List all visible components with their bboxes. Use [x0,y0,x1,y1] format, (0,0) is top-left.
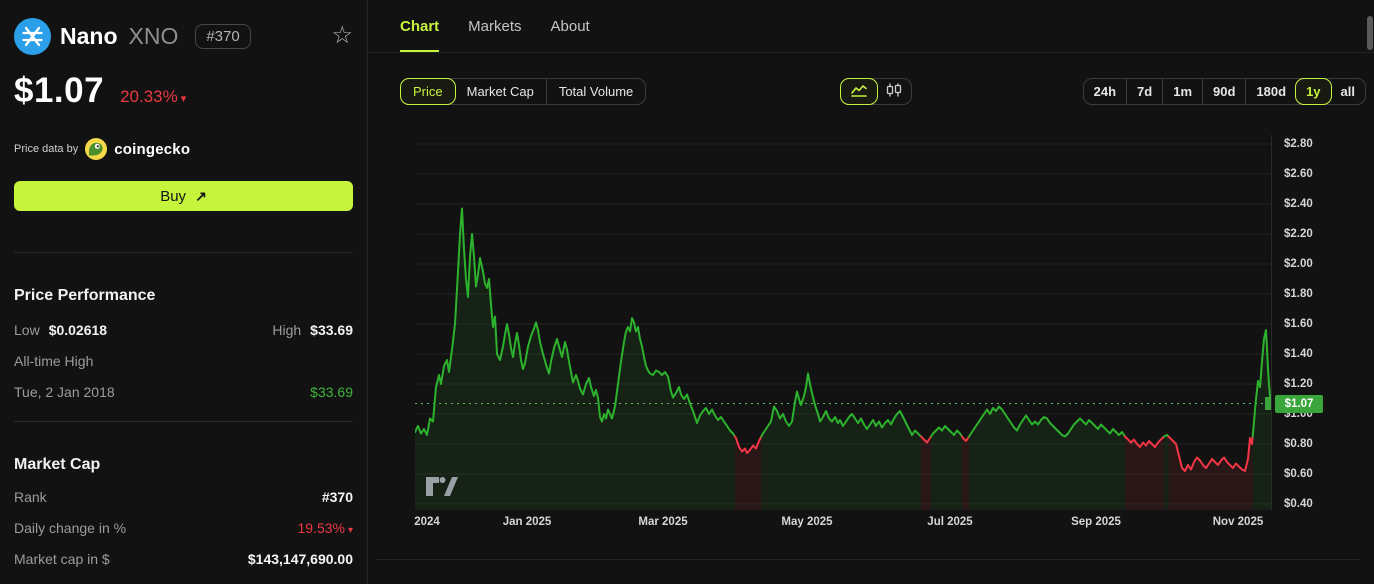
range-button-all[interactable]: all [1331,79,1365,104]
ath-value-row: Tue, 2 Jan 2018 $33.69 [14,384,353,400]
line-chart-icon [850,84,868,100]
nano-logo-icon [14,17,51,55]
scrollbar[interactable] [1367,16,1373,50]
divider [14,252,353,253]
metric-button-total-volume[interactable]: Total Volume [545,79,645,104]
divider [376,559,1360,560]
y-axis-label: $0.60 [1284,468,1313,480]
low-value: $0.02618 [48,322,108,338]
ath-label: All-time High [14,353,94,369]
range-button-1m[interactable]: 1m [1162,79,1202,104]
x-axis-label: Nov 2025 [1212,516,1264,528]
tradingview-logo[interactable] [426,477,458,497]
price-chart[interactable] [415,135,1271,510]
range-button-90d[interactable]: 90d [1202,79,1245,104]
ath-date: Tue, 2 Jan 2018 [14,384,115,400]
daily-change-value: 19.53% ▾ [297,520,353,536]
y-axis-label: $0.80 [1284,438,1313,450]
range-button-1y[interactable]: 1y [1295,78,1332,105]
tab-chart[interactable]: Chart [400,0,440,52]
candlestick-chart-type-button[interactable] [877,79,911,104]
price-axis[interactable]: $2.80 $2.60 $2.40 $2.20 $2.00 $1.80 $1.60 $1.40… [1271,135,1374,510]
market-cap-value: $143,147,690.00 [247,551,353,567]
y-axis-label: $0.40 [1284,498,1313,510]
ath-label-row: All-time High [14,353,353,369]
tab-about[interactable]: About [551,0,590,52]
buy-label: Buy [160,187,187,205]
rank-value: #370 [321,489,353,505]
y-axis-label: $1.20 [1284,378,1313,390]
sidebar: Nano XNO #370 ☆ $1.07 20.33% ▾ Price data… [0,0,368,584]
y-axis-label: $2.00 [1284,258,1313,270]
price-performance-title: Price Performance [14,287,156,304]
x-axis-label: Jul 2025 [927,516,973,528]
low-high-row: Low $0.02618 High $33.69 [14,322,353,338]
coin-header: Nano XNO #370 ☆ [14,16,353,56]
metric-toggle-group: Price Market Cap Total Volume [400,78,647,105]
x-axis-label: Jan 2025 [502,516,552,528]
x-axis-label: 2024 [414,516,440,528]
coin-name: Nano [60,22,118,49]
y-axis-label: $2.60 [1284,168,1313,180]
attribution-brand: coingecko [114,140,191,158]
price-row: $1.07 20.33% ▾ [14,71,353,111]
external-arrow-icon: ↗ [195,187,207,204]
coin-symbol: XNO [128,22,179,49]
coingecko-logo-icon [85,138,108,160]
x-axis-label: Mar 2025 [638,516,688,528]
ath-value: $33.69 [310,384,353,400]
daily-change-label: Daily change in % [14,520,127,536]
buy-button[interactable]: Buy ↗ [14,181,353,211]
current-price-axis-label: $1.07 [1275,394,1323,413]
y-axis-label: $1.40 [1284,348,1313,360]
y-axis-label: $2.40 [1284,198,1313,210]
metric-button-market-cap[interactable]: Market Cap [455,79,546,104]
market-cap-label: Market cap in $ [14,551,110,567]
range-button-7d[interactable]: 7d [1126,79,1162,104]
rank-badge: #370 [195,23,251,49]
metric-button-price[interactable]: Price [400,78,456,105]
tab-markets[interactable]: Markets [468,0,521,52]
y-axis-label: $2.80 [1284,138,1313,150]
down-triangle-icon: ▾ [180,93,187,105]
rank-label: Rank [14,489,47,505]
high-label: High [272,322,302,338]
y-axis-label: $1.80 [1284,288,1313,300]
chart-type-toggle-group [840,78,912,105]
line-chart-type-button[interactable] [840,78,878,105]
data-attribution: Price data by coingecko [14,138,353,160]
app-root: Nano XNO #370 ☆ $1.07 20.33% ▾ Price data… [0,0,1374,584]
tab-bar: Chart Markets About [368,0,1374,53]
y-axis-label: $1.60 [1284,318,1313,330]
x-axis-label: Sep 2025 [1071,516,1121,528]
market-cap-title: Market Cap [14,456,101,473]
range-button-180d[interactable]: 180d [1245,79,1296,104]
x-axis-label: May 2025 [781,516,833,528]
y-axis-label: $2.20 [1284,228,1313,240]
time-axis[interactable]: 2024 Jan 2025 Mar 2025 May 2025 Jul 2025 Sep … [368,516,1374,534]
range-button-24h[interactable]: 24h [1084,79,1126,104]
range-toggle-group: 24h 7d 1m 90d 180d 1y all [1082,78,1366,105]
price-change: 20.33% ▾ [120,87,187,106]
star-favorite-icon[interactable]: ☆ [331,24,353,48]
current-price: $1.07 [14,71,105,110]
main-panel: Chart Markets About Price Market Cap Total V… [368,0,1374,584]
low-label: Low [14,322,40,338]
attribution-prefix: Price data by [14,143,79,155]
rank-row: Rank #370 [14,489,353,505]
candlestick-chart-icon [886,83,902,100]
chart-controls: Price Market Cap Total Volume 24h 7d 1m … [368,78,1374,105]
market-cap-row: Market cap in $ $143,147,690.00 [14,551,353,567]
divider [14,421,353,422]
daily-change-row: Daily change in % 19.53% ▾ [14,520,353,536]
high-value: $33.69 [310,322,353,338]
down-triangle-icon: ▾ [347,525,353,536]
